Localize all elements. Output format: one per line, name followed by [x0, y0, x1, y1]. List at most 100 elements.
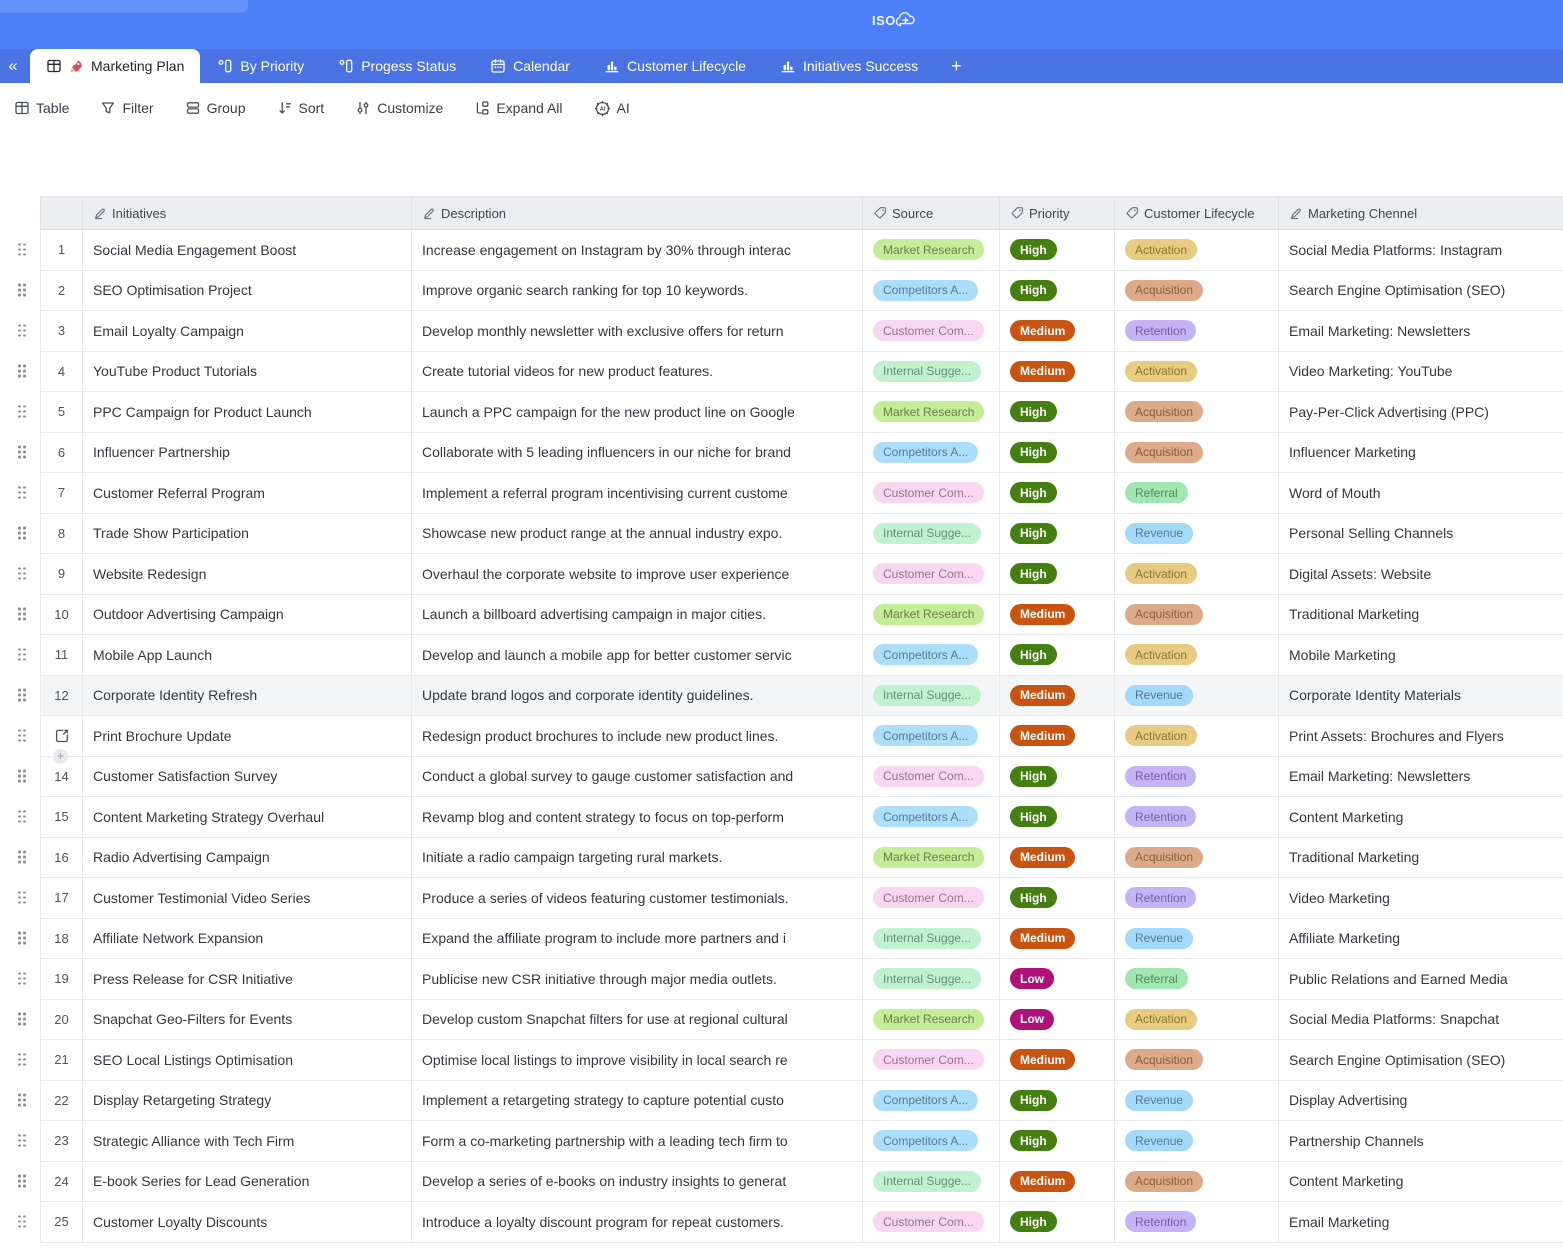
- toolbar-customize-button[interactable]: Customize: [355, 100, 443, 116]
- priority-cell[interactable]: Medium: [1000, 595, 1115, 635]
- initiative-cell[interactable]: Print Brochure Update: [83, 716, 412, 756]
- priority-cell[interactable]: Medium: [1000, 1162, 1115, 1202]
- initiative-cell[interactable]: Display Retargeting Strategy: [83, 1081, 412, 1121]
- description-cell[interactable]: Produce a series of videos featuring cus…: [412, 878, 863, 918]
- initiative-cell[interactable]: Snapchat Geo-Filters for Events: [83, 1000, 412, 1040]
- channel-cell[interactable]: Social Media Platforms: Snapchat: [1279, 1000, 1563, 1040]
- priority-cell[interactable]: High: [1000, 271, 1115, 311]
- priority-cell[interactable]: High: [1000, 514, 1115, 554]
- row-drag-handle[interactable]: [18, 324, 26, 337]
- source-cell[interactable]: Competitors A...: [863, 1081, 1000, 1121]
- priority-cell[interactable]: High: [1000, 433, 1115, 473]
- row-number-cell[interactable]: 24: [40, 1162, 83, 1202]
- row-drag-handle[interactable]: [18, 365, 26, 378]
- initiative-cell[interactable]: Influencer Partnership: [83, 433, 412, 473]
- lifecycle-cell[interactable]: Retention: [1115, 757, 1279, 797]
- row-drag-handle[interactable]: [18, 1215, 26, 1228]
- priority-cell[interactable]: Low: [1000, 959, 1115, 999]
- description-cell[interactable]: Initiate a radio campaign targeting rura…: [412, 838, 863, 878]
- lifecycle-cell[interactable]: Activation: [1115, 1000, 1279, 1040]
- initiative-cell[interactable]: YouTube Product Tutorials: [83, 352, 412, 392]
- source-cell[interactable]: Internal Sugge...: [863, 676, 1000, 716]
- row-drag-handle[interactable]: [18, 891, 26, 904]
- description-cell[interactable]: Collaborate with 5 leading influencers i…: [412, 433, 863, 473]
- initiative-cell[interactable]: Customer Testimonial Video Series: [83, 878, 412, 918]
- channel-cell[interactable]: Personal Selling Channels: [1279, 514, 1563, 554]
- priority-cell[interactable]: Low: [1000, 1000, 1115, 1040]
- channel-cell[interactable]: Email Marketing: Newsletters: [1279, 311, 1563, 351]
- description-cell[interactable]: Create tutorial videos for new product f…: [412, 352, 863, 392]
- lifecycle-cell[interactable]: Referral: [1115, 473, 1279, 513]
- lifecycle-cell[interactable]: Revenue: [1115, 676, 1279, 716]
- row-drag-handle[interactable]: [18, 648, 26, 661]
- channel-cell[interactable]: Content Marketing: [1279, 797, 1563, 837]
- channel-cell[interactable]: Word of Mouth: [1279, 473, 1563, 513]
- row-drag-handle[interactable]: [18, 527, 26, 540]
- channel-cell[interactable]: Affiliate Marketing: [1279, 919, 1563, 959]
- description-cell[interactable]: Develop custom Snapchat filters for use …: [412, 1000, 863, 1040]
- source-cell[interactable]: Customer Com...: [863, 1202, 1000, 1242]
- tab-progess-status[interactable]: Progess Status: [321, 49, 473, 83]
- row-number-cell[interactable]: 3: [40, 311, 83, 351]
- lifecycle-cell[interactable]: Retention: [1115, 1202, 1279, 1242]
- toolbar-table-button[interactable]: Table: [14, 100, 69, 116]
- row-number-cell[interactable]: 10: [40, 595, 83, 635]
- description-cell[interactable]: Implement a retargeting strategy to capt…: [412, 1081, 863, 1121]
- lifecycle-cell[interactable]: Retention: [1115, 311, 1279, 351]
- source-cell[interactable]: Market Research: [863, 838, 1000, 878]
- initiative-cell[interactable]: Affiliate Network Expansion: [83, 919, 412, 959]
- tab-initiatives-success[interactable]: Initiatives Success: [763, 49, 935, 83]
- source-cell[interactable]: Internal Sugge...: [863, 919, 1000, 959]
- column-header-channel[interactable]: Marketing Chennel: [1279, 197, 1563, 229]
- initiative-cell[interactable]: Content Marketing Strategy Overhaul: [83, 797, 412, 837]
- description-cell[interactable]: Optimise local listings to improve visib…: [412, 1040, 863, 1080]
- source-cell[interactable]: Customer Com...: [863, 554, 1000, 594]
- description-cell[interactable]: Launch a billboard advertising campaign …: [412, 595, 863, 635]
- lifecycle-cell[interactable]: Activation: [1115, 635, 1279, 675]
- description-cell[interactable]: Form a co-marketing partnership with a l…: [412, 1121, 863, 1161]
- channel-cell[interactable]: Print Assets: Brochures and Flyers: [1279, 716, 1563, 756]
- source-cell[interactable]: Customer Com...: [863, 311, 1000, 351]
- description-cell[interactable]: Implement a referral program incentivisi…: [412, 473, 863, 513]
- row-number-cell[interactable]: 12: [40, 676, 83, 716]
- row-drag-handle[interactable]: [18, 486, 26, 499]
- source-cell[interactable]: Competitors A...: [863, 797, 1000, 837]
- row-drag-handle[interactable]: [18, 567, 26, 580]
- row-drag-handle[interactable]: [18, 1134, 26, 1147]
- description-cell[interactable]: Develop and launch a mobile app for bett…: [412, 635, 863, 675]
- channel-cell[interactable]: Email Marketing: [1279, 1202, 1563, 1242]
- priority-cell[interactable]: Medium: [1000, 311, 1115, 351]
- row-number-cell[interactable]: 17: [40, 878, 83, 918]
- initiative-cell[interactable]: Mobile App Launch: [83, 635, 412, 675]
- source-cell[interactable]: Internal Sugge...: [863, 352, 1000, 392]
- row-number-cell[interactable]: 9: [40, 554, 83, 594]
- lifecycle-cell[interactable]: Revenue: [1115, 919, 1279, 959]
- initiative-cell[interactable]: PPC Campaign for Product Launch: [83, 392, 412, 432]
- channel-cell[interactable]: Search Engine Optimisation (SEO): [1279, 1040, 1563, 1080]
- initiative-cell[interactable]: Trade Show Participation: [83, 514, 412, 554]
- initiative-cell[interactable]: Press Release for CSR Initiative: [83, 959, 412, 999]
- row-drag-handle[interactable]: [18, 1175, 26, 1188]
- priority-cell[interactable]: High: [1000, 757, 1115, 797]
- description-cell[interactable]: Expand the affiliate program to include …: [412, 919, 863, 959]
- source-cell[interactable]: Competitors A...: [863, 433, 1000, 473]
- row-number-cell[interactable]: 23: [40, 1121, 83, 1161]
- description-cell[interactable]: Redesign product brochures to include ne…: [412, 716, 863, 756]
- description-cell[interactable]: Conduct a global survey to gauge custome…: [412, 757, 863, 797]
- source-cell[interactable]: Competitors A...: [863, 716, 1000, 756]
- description-cell[interactable]: Publicise new CSR initiative through maj…: [412, 959, 863, 999]
- channel-cell[interactable]: Public Relations and Earned Media: [1279, 959, 1563, 999]
- description-cell[interactable]: Launch a PPC campaign for the new produc…: [412, 392, 863, 432]
- row-number-cell[interactable]: 6: [40, 433, 83, 473]
- toolbar-sort-button[interactable]: Sort: [277, 100, 325, 116]
- lifecycle-cell[interactable]: Activation: [1115, 716, 1279, 756]
- source-cell[interactable]: Internal Sugge...: [863, 959, 1000, 999]
- initiative-cell[interactable]: Customer Loyalty Discounts: [83, 1202, 412, 1242]
- lifecycle-cell[interactable]: Acquisition: [1115, 595, 1279, 635]
- source-cell[interactable]: Customer Com...: [863, 1040, 1000, 1080]
- source-cell[interactable]: Internal Sugge...: [863, 514, 1000, 554]
- row-number-cell[interactable]: 21: [40, 1040, 83, 1080]
- toolbar-filter-button[interactable]: Filter: [100, 100, 153, 116]
- channel-cell[interactable]: Video Marketing: [1279, 878, 1563, 918]
- channel-cell[interactable]: Mobile Marketing: [1279, 635, 1563, 675]
